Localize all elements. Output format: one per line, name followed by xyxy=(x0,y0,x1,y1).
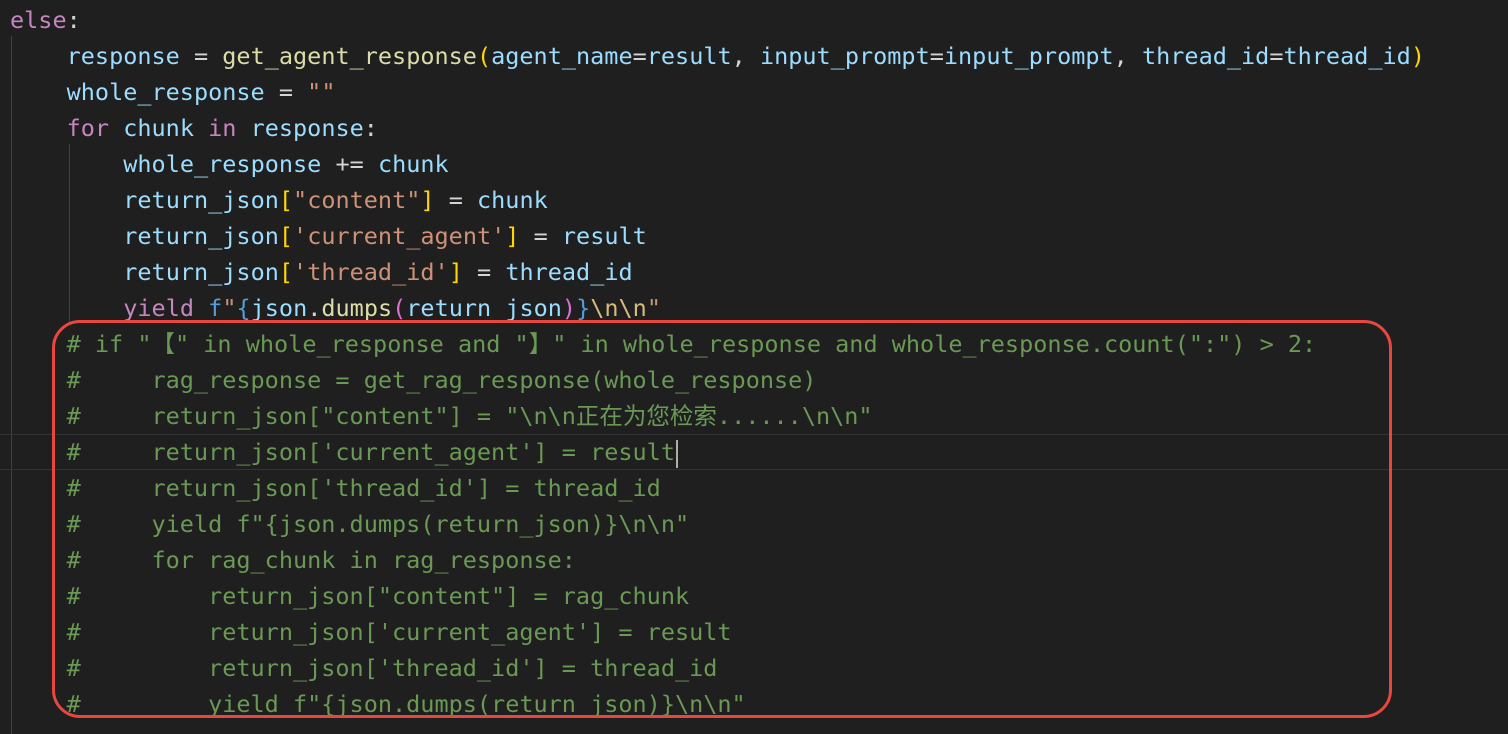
code-line-text: # if "【" in whole_response and "】" in wh… xyxy=(66,330,1317,358)
code-line-text: return_json['thread_id'] = thread_id xyxy=(123,258,633,286)
code-line-text: # return_json['current_agent'] = result xyxy=(66,618,732,646)
code-line-12[interactable]: # return_json["content"] = "\n\n正在为您检索..… xyxy=(0,398,1508,434)
code-line-14[interactable]: # return_json['thread_id'] = thread_id xyxy=(0,470,1508,506)
code-line-10[interactable]: # if "【" in whole_response and "】" in wh… xyxy=(0,326,1508,362)
code-line-text: return_json["content"] = chunk xyxy=(123,186,548,214)
code-line-17[interactable]: # return_json["content"] = rag_chunk xyxy=(0,578,1508,614)
code-line-text: whole_response += chunk xyxy=(123,150,449,178)
code-line-15[interactable]: # yield f"{json.dumps(return_json)}\n\n" xyxy=(0,506,1508,542)
code-line-text: # for rag_chunk in rag_response: xyxy=(66,546,576,574)
code-line-19[interactable]: # return_json['thread_id'] = thread_id xyxy=(0,650,1508,686)
code-line-5[interactable]: whole_response += chunk xyxy=(0,146,1508,182)
code-line-4[interactable]: for chunk in response: xyxy=(0,110,1508,146)
code-line-text: # rag_response = get_rag_response(whole_… xyxy=(66,366,817,394)
code-line-18[interactable]: # return_json['current_agent'] = result xyxy=(0,614,1508,650)
code-line-7[interactable]: return_json['current_agent'] = result xyxy=(0,218,1508,254)
code-line-text: response = get_agent_response(agent_name… xyxy=(66,42,1425,70)
code-line-2[interactable]: response = get_agent_response(agent_name… xyxy=(0,38,1508,74)
code-line-20[interactable]: # yield f"{json.dumps(return_json)}\n\n" xyxy=(0,686,1508,722)
code-line-text: for chunk in response: xyxy=(66,114,378,142)
code-line-text: whole_response = "" xyxy=(66,78,336,106)
code-line-text: # return_json['current_agent'] = result xyxy=(10,435,678,469)
code-line-text: # yield f"{json.dumps(return_json)}\n\n" xyxy=(66,510,690,538)
code-line-8[interactable]: return_json['thread_id'] = thread_id xyxy=(0,254,1508,290)
code-line-text: return_json['current_agent'] = result xyxy=(123,222,647,250)
code-line-text: # return_json['thread_id'] = thread_id xyxy=(66,474,661,502)
code-line-text: # return_json['thread_id'] = thread_id xyxy=(66,654,718,682)
code-line-3[interactable]: whole_response = "" xyxy=(0,74,1508,110)
code-line-1[interactable]: else: xyxy=(0,2,1508,38)
code-line-9[interactable]: yield f"{json.dumps(return_json)}\n\n" xyxy=(0,290,1508,326)
code-line-text: # return_json["content"] = rag_chunk xyxy=(66,582,690,610)
code-line-13-current[interactable]: # return_json['current_agent'] = result xyxy=(0,434,1508,470)
code-line-text: else: xyxy=(10,6,81,34)
code-line-16[interactable]: # for rag_chunk in rag_response: xyxy=(0,542,1508,578)
code-editor[interactable]: else: response = get_agent_response(agen… xyxy=(0,0,1508,734)
text-cursor xyxy=(675,439,678,468)
code-line-text: # return_json["content"] = "\n\n正在为您检索..… xyxy=(66,402,873,430)
code-line-text: yield f"{json.dumps(return_json)}\n\n" xyxy=(123,294,661,322)
code-line-text: # yield f"{json.dumps(return_json)}\n\n" xyxy=(66,690,746,718)
code-line-11[interactable]: # rag_response = get_rag_response(whole_… xyxy=(0,362,1508,398)
code-line-6[interactable]: return_json["content"] = chunk xyxy=(0,182,1508,218)
